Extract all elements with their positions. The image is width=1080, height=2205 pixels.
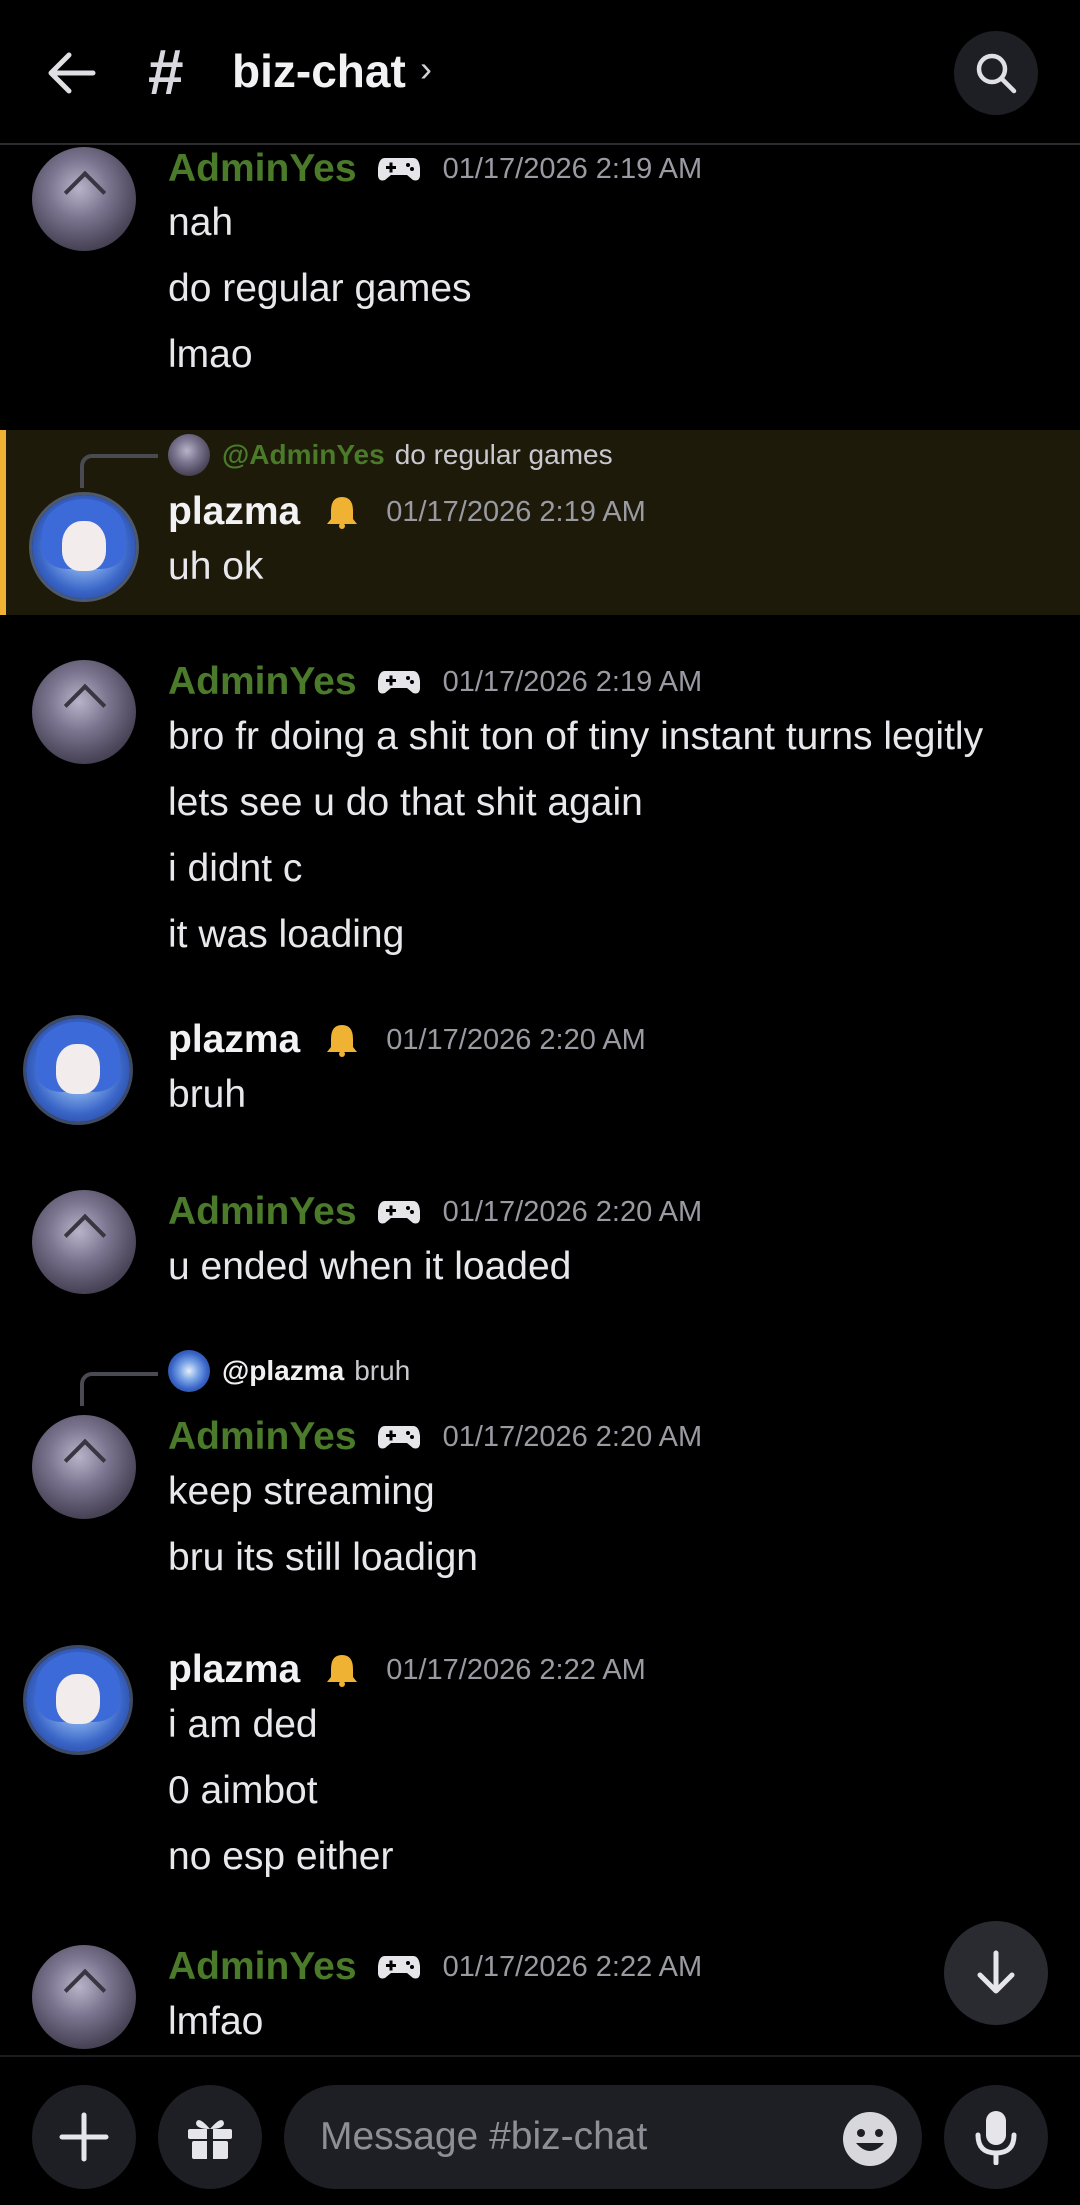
message-list[interactable]: AdminYes 01/17/2026 2:19 AM nah do regul… xyxy=(0,147,1080,2055)
gamepad-icon xyxy=(377,1195,421,1229)
message-text[interactable]: i am ded xyxy=(168,1703,318,1747)
message-text[interactable]: u ended when it loaded xyxy=(168,1245,571,1289)
channel-hash-icon: # xyxy=(148,36,184,108)
message-timestamp: 01/17/2026 2:20 AM xyxy=(386,1023,646,1056)
message-text[interactable]: bruh xyxy=(168,1073,246,1117)
gift-button[interactable] xyxy=(158,2085,262,2189)
chevron-right-icon[interactable]: › xyxy=(420,48,432,90)
channel-title[interactable]: biz-chat xyxy=(232,44,406,98)
message-text[interactable]: lmfao xyxy=(168,2000,263,2044)
avatar[interactable] xyxy=(32,1945,136,2049)
gift-icon xyxy=(188,2120,232,2159)
avatar[interactable] xyxy=(32,660,136,764)
author-name[interactable]: plazma xyxy=(168,1018,300,1062)
author-name[interactable]: AdminYes xyxy=(168,1415,357,1459)
back-button[interactable] xyxy=(36,38,106,108)
gamepad-icon xyxy=(377,665,421,699)
reply-preview[interactable]: @plazma bruh xyxy=(168,1350,410,1392)
chat-screen: # biz-chat › AdminYes 01/17/2026 2:19 AM… xyxy=(0,0,1080,2205)
avatar[interactable] xyxy=(32,1190,136,1294)
avatar[interactable] xyxy=(26,1018,130,1122)
message-input-placeholder: Message #biz-chat xyxy=(320,2115,648,2158)
message-group[interactable]: @plazma bruh AdminYes 01/17/2026 2:20 AM… xyxy=(0,1350,1080,1600)
message-timestamp: 01/17/2026 2:19 AM xyxy=(442,665,703,698)
message-text[interactable]: do regular games xyxy=(168,267,472,311)
message-timestamp: 01/17/2026 2:20 AM xyxy=(442,1420,703,1453)
message-timestamp: 01/17/2026 2:22 AM xyxy=(442,1950,703,1983)
message-input[interactable]: Message #biz-chat xyxy=(284,2085,922,2189)
message-group[interactable]: AdminYes 01/17/2026 2:19 AM nah do regul… xyxy=(0,147,1080,427)
gamepad-icon xyxy=(377,1950,421,1984)
message-group-mention[interactable]: @AdminYes do regular games plazma 01/17/… xyxy=(0,430,1080,615)
avatar[interactable] xyxy=(26,1648,130,1752)
message-timestamp: 01/17/2026 2:22 AM xyxy=(386,1653,646,1686)
message-text[interactable]: keep streaming xyxy=(168,1470,435,1514)
avatar xyxy=(168,434,210,476)
message-timestamp: 01/17/2026 2:19 AM xyxy=(386,495,646,528)
gamepad-icon xyxy=(377,152,421,186)
message-text[interactable]: i didnt c xyxy=(168,847,302,891)
message-group[interactable]: plazma 01/17/2026 2:20 AM bruh xyxy=(0,1018,1080,1138)
voice-message-button[interactable] xyxy=(944,2085,1048,2189)
message-timestamp: 01/17/2026 2:19 AM xyxy=(442,152,703,185)
arrow-left-icon xyxy=(48,52,96,94)
reply-connector xyxy=(80,1372,158,1406)
avatar[interactable] xyxy=(32,495,136,599)
message-group[interactable]: AdminYes 01/17/2026 2:19 AM bro fr doing… xyxy=(0,660,1080,960)
add-attachment-button[interactable] xyxy=(32,2085,136,2189)
message-text[interactable]: lets see u do that shit again xyxy=(168,781,643,825)
message-text[interactable]: bru its still loadign xyxy=(168,1536,478,1580)
author-name[interactable]: AdminYes xyxy=(168,1945,357,1989)
avatar xyxy=(168,1350,210,1392)
message-group[interactable]: AdminYes 01/17/2026 2:22 AM lmfao xyxy=(0,1945,1080,2055)
message-text[interactable]: it was loading xyxy=(168,913,404,957)
arrow-down-icon xyxy=(977,1950,1015,1994)
emoji-icon[interactable] xyxy=(842,2111,898,2167)
plus-icon xyxy=(59,2112,109,2162)
message-timestamp: 01/17/2026 2:20 AM xyxy=(442,1195,703,1228)
author-name[interactable]: AdminYes xyxy=(168,1190,357,1234)
message-text[interactable]: 0 aimbot xyxy=(168,1769,318,1813)
message-text[interactable]: bro fr doing a shit ton of tiny instant … xyxy=(168,715,983,759)
author-name[interactable]: AdminYes xyxy=(168,660,357,704)
reply-author[interactable]: @AdminYes xyxy=(222,439,385,471)
microphone-icon xyxy=(975,2111,1017,2165)
message-text[interactable]: nah xyxy=(168,201,233,245)
gamepad-icon xyxy=(377,1420,421,1454)
bell-badge-icon xyxy=(320,1653,364,1687)
search-icon xyxy=(976,53,1017,94)
search-button[interactable] xyxy=(954,31,1038,115)
avatar[interactable] xyxy=(32,147,136,251)
avatar[interactable] xyxy=(32,1415,136,1519)
bell-badge-icon xyxy=(320,1023,364,1057)
composer-bar: Message #biz-chat xyxy=(0,2055,1080,2205)
message-group[interactable]: plazma 01/17/2026 2:22 AM i am ded 0 aim… xyxy=(0,1648,1080,1898)
author-name[interactable]: AdminYes xyxy=(168,147,357,191)
reply-preview[interactable]: @AdminYes do regular games xyxy=(168,434,613,476)
reply-author[interactable]: @plazma xyxy=(222,1355,344,1387)
message-group[interactable]: AdminYes 01/17/2026 2:20 AM u ended when… xyxy=(0,1190,1080,1310)
message-text[interactable]: lmao xyxy=(168,333,253,377)
author-name[interactable]: plazma xyxy=(168,490,300,534)
author-name[interactable]: plazma xyxy=(168,1648,300,1692)
message-text[interactable]: uh ok xyxy=(168,545,263,589)
channel-header: # biz-chat › xyxy=(0,0,1080,145)
reply-text: do regular games xyxy=(394,439,613,470)
message-text[interactable]: no esp either xyxy=(168,1835,394,1879)
bell-badge-icon xyxy=(320,495,364,529)
jump-to-bottom-button[interactable] xyxy=(944,1921,1048,2025)
reply-connector xyxy=(80,454,158,488)
reply-text: bruh xyxy=(354,1355,411,1386)
